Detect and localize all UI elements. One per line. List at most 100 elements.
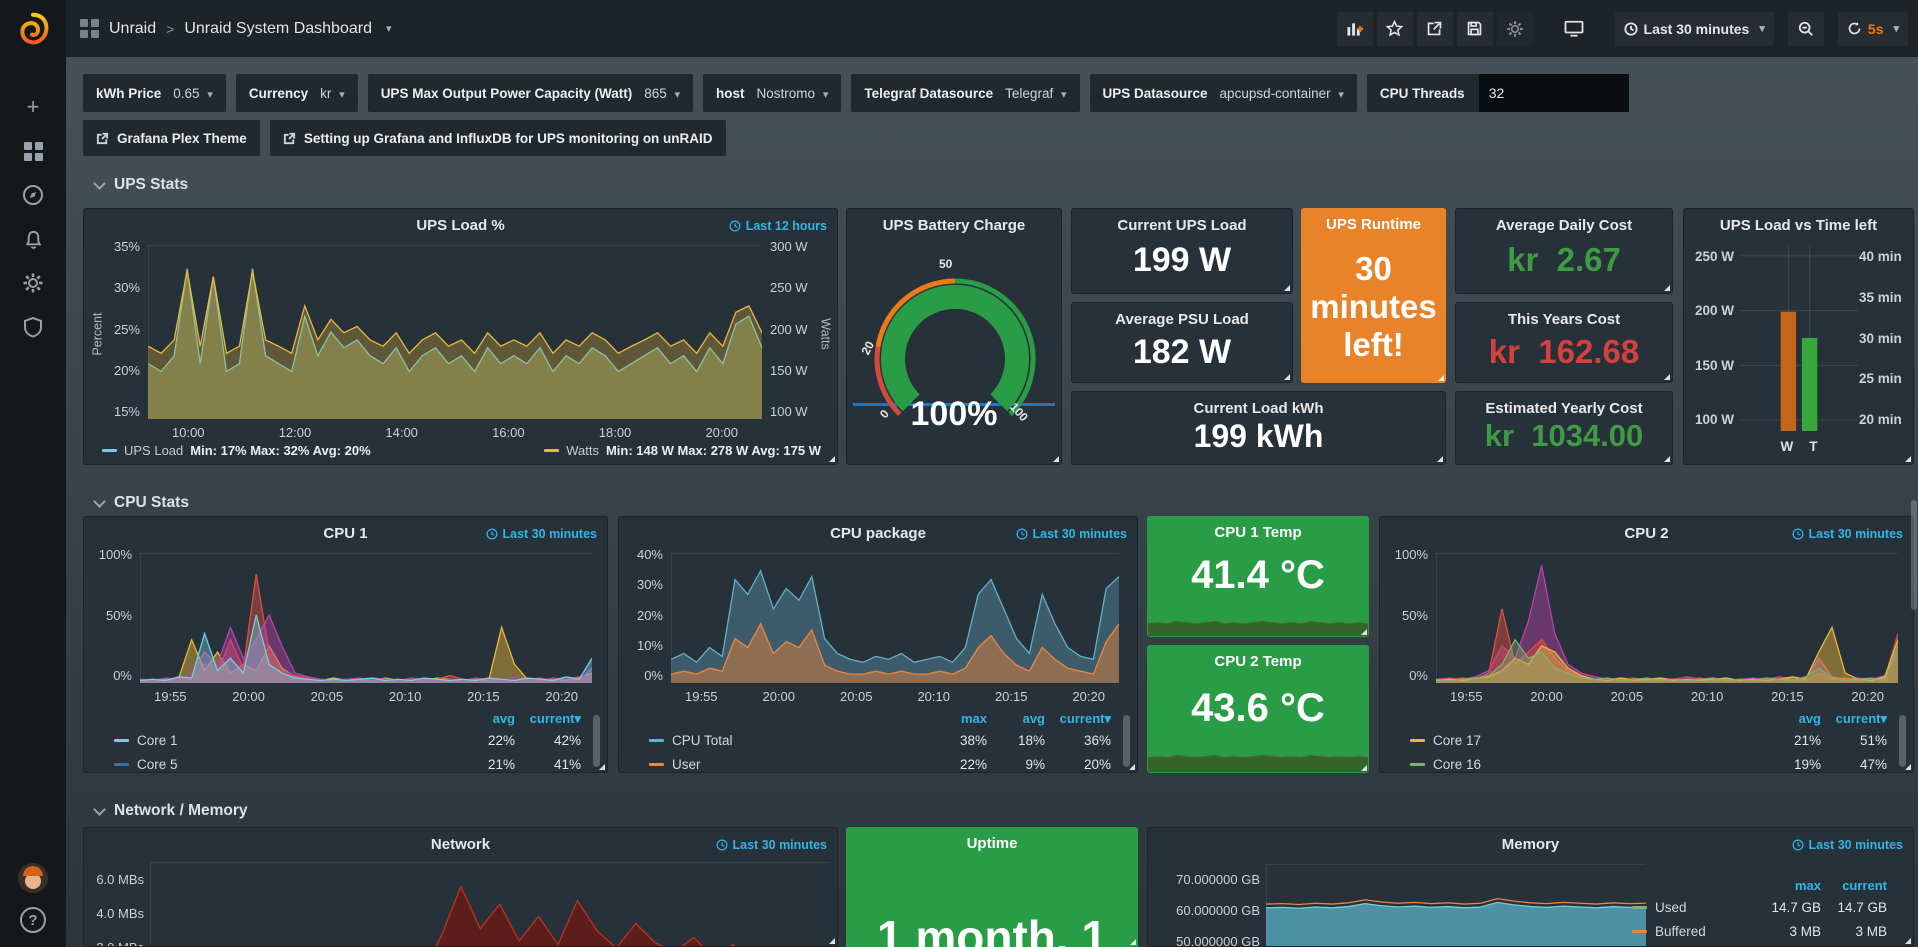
chevron-down-icon xyxy=(93,803,106,816)
memory-chart-area[interactable] xyxy=(1266,864,1646,947)
user-avatar[interactable] xyxy=(18,863,48,893)
panel-time-badge[interactable]: Last 12 hours xyxy=(729,219,827,233)
refresh-picker[interactable]: 5s ▾ xyxy=(1838,12,1908,46)
clock-icon xyxy=(729,220,741,232)
stat-title[interactable]: Current UPS Load xyxy=(1072,217,1292,234)
row-header-network-memory[interactable]: Network / Memory xyxy=(95,802,248,820)
apps-grid-icon[interactable] xyxy=(80,19,99,38)
variable-currency[interactable]: Currencykr ▾ xyxy=(236,74,358,112)
temp-sparkline xyxy=(1148,748,1368,772)
panel-time-badge[interactable]: Last 30 minutes xyxy=(1792,527,1903,541)
server-admin-shield-icon[interactable] xyxy=(0,305,66,349)
cpu2-chart-area[interactable] xyxy=(1436,553,1898,683)
network-chart-area[interactable] xyxy=(150,862,830,947)
variable-host[interactable]: hostNostromo ▾ xyxy=(703,74,841,112)
legend-scrollbar[interactable] xyxy=(1123,715,1130,767)
add-panel-button[interactable] xyxy=(1337,12,1373,46)
stat-title[interactable]: CPU 2 Temp xyxy=(1147,653,1369,670)
load-vs-time-bars[interactable] xyxy=(1740,245,1858,431)
legend-scrollbar[interactable] xyxy=(1899,715,1906,767)
stat-title[interactable]: Average PSU Load xyxy=(1072,311,1292,328)
clock-icon xyxy=(1624,22,1638,36)
navbar-actions: Last 30 minutes ▾ 5s ▾ xyxy=(1337,0,1908,57)
link-grafana-plex-theme[interactable]: Grafana Plex Theme xyxy=(83,120,260,156)
panel-time-badge[interactable]: Last 30 minutes xyxy=(1016,527,1127,541)
series-dash xyxy=(544,449,559,452)
save-dashboard-button[interactable] xyxy=(1457,12,1493,46)
legend-item[interactable]: UPS LoadMin: 17% Max: 32% Avg: 20% xyxy=(102,443,371,458)
variable-telegraf-datasource[interactable]: Telegraf DatasourceTelegraf ▾ xyxy=(851,74,1079,112)
stat-title[interactable]: Uptime xyxy=(846,835,1138,852)
legend-header[interactable]: maxavgcurrent▾ xyxy=(929,711,1111,727)
clock-icon xyxy=(1792,839,1804,851)
alerting-bell-icon[interactable] xyxy=(0,217,66,261)
dashboard-title-caret-icon[interactable]: ▾ xyxy=(386,22,392,35)
panel-time-badge[interactable]: Last 30 minutes xyxy=(1792,838,1903,852)
cpu-threads-input[interactable] xyxy=(1479,74,1629,112)
tick-label: 20:00 xyxy=(762,689,795,704)
chevron-down-icon xyxy=(93,495,106,508)
panel-title[interactable]: UPS Battery Charge xyxy=(847,217,1061,234)
explore-compass-icon[interactable] xyxy=(0,173,66,217)
page-scrollbar[interactable] xyxy=(1911,500,1917,610)
tv-cycle-view-button[interactable] xyxy=(1555,12,1593,46)
zoom-out-button[interactable] xyxy=(1788,12,1824,46)
stat-title[interactable]: Current Load kWh xyxy=(1072,400,1445,417)
legend-scrollbar[interactable] xyxy=(593,715,600,767)
stat-value: 1 month, 1 xyxy=(846,913,1138,947)
configuration-gear-icon[interactable] xyxy=(0,261,66,305)
panel-time-badge[interactable]: Last 30 minutes xyxy=(486,527,597,541)
legend-header[interactable]: avgcurrent▾ xyxy=(457,711,581,727)
dashboards-icon[interactable] xyxy=(0,129,66,173)
breadcrumb-team[interactable]: Unraid xyxy=(109,20,156,38)
panel-title[interactable]: UPS Load % xyxy=(84,217,837,234)
tick-label: 35 min xyxy=(1859,290,1909,305)
stat-title[interactable]: UPS Runtime xyxy=(1301,216,1446,233)
series-dash xyxy=(114,763,129,766)
row-header-ups-stats[interactable]: UPS Stats xyxy=(95,176,188,194)
variable-ups-max-output[interactable]: UPS Max Output Power Capacity (Watt)865 … xyxy=(368,74,693,112)
cpu-package-chart-area[interactable] xyxy=(671,553,1119,683)
stat-title[interactable]: Average Daily Cost xyxy=(1456,217,1672,234)
time-range-picker[interactable]: Last 30 minutes ▾ xyxy=(1615,12,1774,46)
legend-header[interactable]: avgcurrent▾ xyxy=(1763,711,1887,727)
row-header-cpu-stats[interactable]: CPU Stats xyxy=(95,494,189,512)
share-dashboard-button[interactable] xyxy=(1417,12,1453,46)
variable-ups-datasource[interactable]: UPS Datasourceapcupsd-container ▾ xyxy=(1090,74,1357,112)
tick-label: 25 min xyxy=(1859,371,1909,386)
legend-row: Used14.7 GB14.7 GB xyxy=(1632,900,1887,915)
legend-header[interactable]: maxcurrent xyxy=(1755,878,1887,893)
tick-label: 10% xyxy=(627,638,663,653)
stat-value: kr 1034.00 xyxy=(1456,420,1672,453)
breadcrumb: Unraid > Unraid System Dashboard ▾ xyxy=(80,19,392,38)
ups-load-chart-area[interactable] xyxy=(148,245,762,419)
cpu1-chart-area[interactable] xyxy=(140,553,592,683)
stat-title[interactable]: This Years Cost xyxy=(1456,311,1672,328)
panel-current-ups-load: Current UPS Load 199 W xyxy=(1071,208,1293,294)
tick-label: 15% xyxy=(98,404,140,419)
y-ticks: 100%50%0% xyxy=(1388,547,1428,683)
legend-item[interactable]: WattsMin: 148 W Max: 278 W Avg: 175 W xyxy=(544,443,821,458)
stat-title[interactable]: CPU 1 Temp xyxy=(1147,524,1369,541)
panel-title[interactable]: UPS Load vs Time left xyxy=(1684,217,1913,234)
tick-label: 20:15 xyxy=(1771,689,1804,704)
grafana-logo[interactable] xyxy=(0,0,66,57)
dashboard-title[interactable]: Unraid System Dashboard xyxy=(184,20,372,38)
x-ticks: 10:0012:0014:0016:0018:0020:00 xyxy=(148,425,762,440)
tick-label: 20% xyxy=(627,608,663,623)
legend-row: Core 521%41% xyxy=(114,757,581,772)
tick-label: 30% xyxy=(627,577,663,592)
stat-title[interactable]: Estimated Yearly Cost xyxy=(1456,400,1672,417)
link-ups-monitoring-guide[interactable]: Setting up Grafana and InfluxDB for UPS … xyxy=(270,120,726,156)
tick-label: 6.0 MBs xyxy=(92,872,144,887)
tick-label: 20:10 xyxy=(917,689,950,704)
tick-label: 20:05 xyxy=(311,689,344,704)
y-ticks: 100%50%0% xyxy=(92,547,132,683)
star-dashboard-button[interactable] xyxy=(1377,12,1413,46)
panel-time-badge[interactable]: Last 30 minutes xyxy=(716,838,827,852)
variable-kwh-price[interactable]: kWh Price0.65 ▾ xyxy=(83,74,226,112)
help-icon[interactable]: ? xyxy=(20,907,46,933)
dashboard-settings-button[interactable] xyxy=(1497,12,1533,46)
create-plus-icon[interactable]: + xyxy=(0,85,66,129)
series-dash xyxy=(102,449,117,452)
